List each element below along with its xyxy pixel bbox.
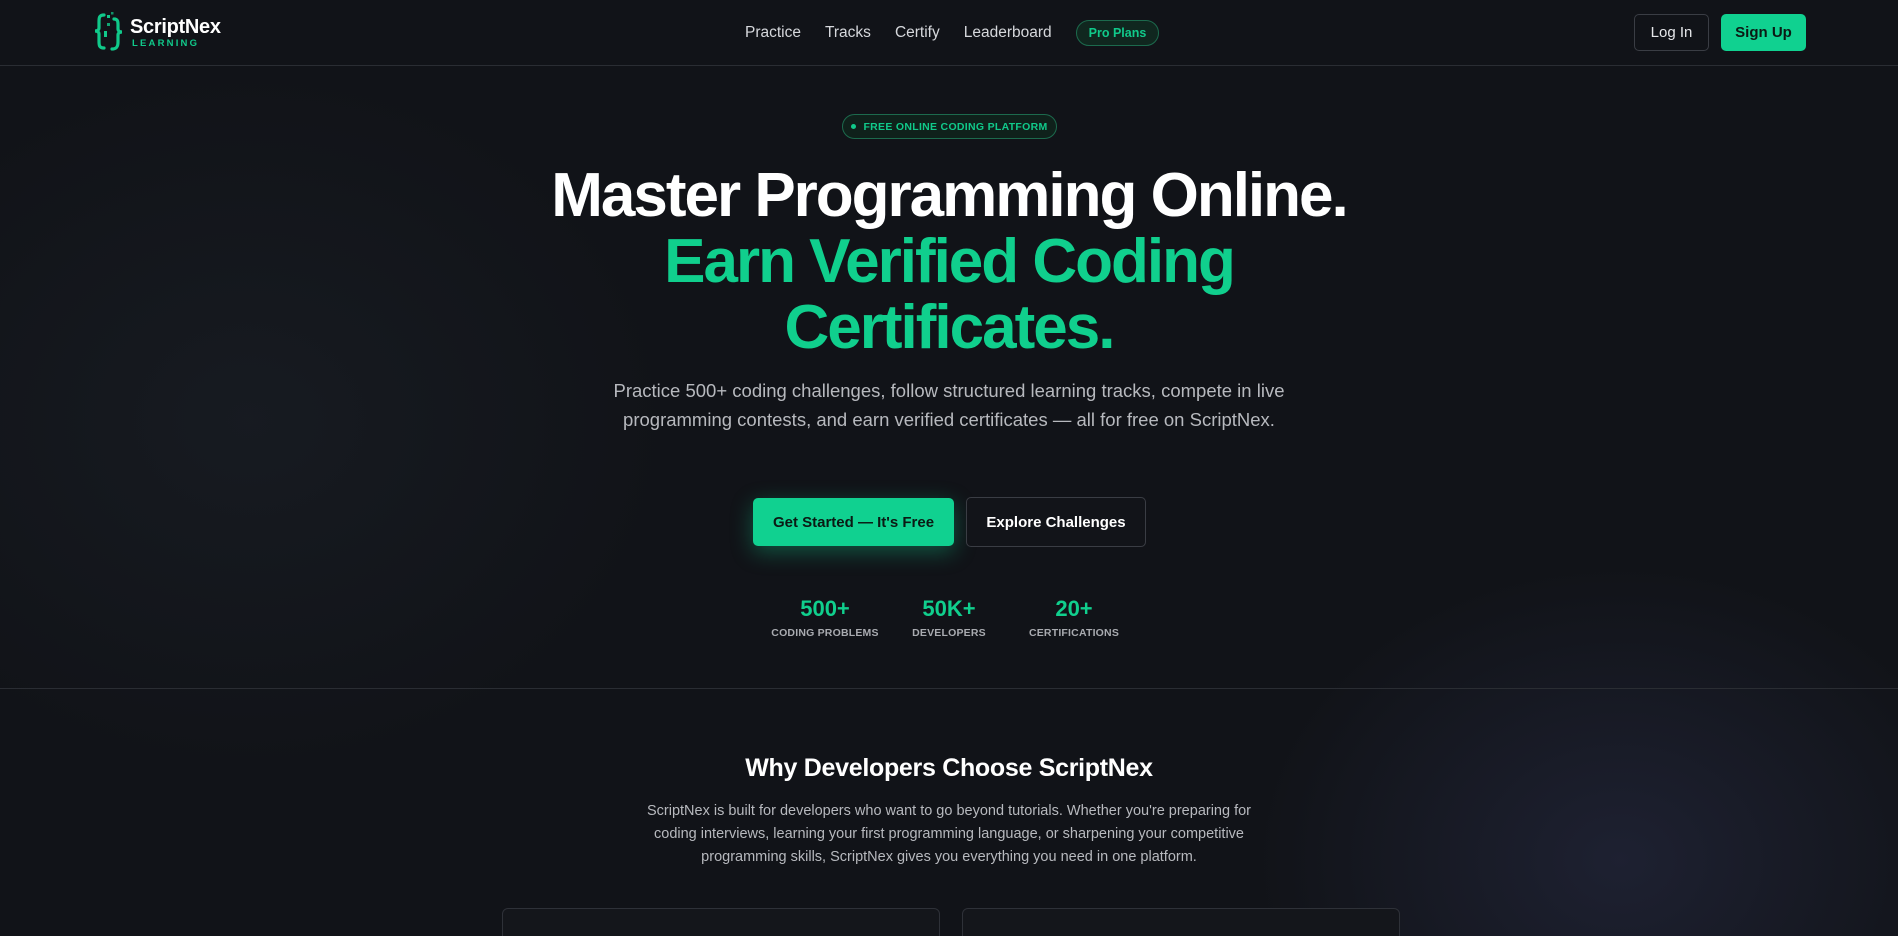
hero-title-line2-text: Earn Verified Coding (664, 227, 1236, 296)
stat-label: CERTIFICATIONS (1028, 627, 1120, 639)
hero-badge-label: FREE ONLINE CODING PLATFORM (863, 120, 1048, 133)
hero-badge: FREE ONLINE CODING PLATFORM (842, 114, 1057, 139)
nav-link-tracks[interactable]: Tracks (825, 21, 871, 45)
stat-coding-problems: 500+ CODING PROBLEMS (765, 595, 885, 639)
stat-developers: 50K+ DEVELOPERS (889, 595, 1009, 639)
signup-button[interactable]: Sign Up (1721, 14, 1806, 51)
brand-name: ScriptNex (130, 15, 221, 38)
stat-label: DEVELOPERS (912, 627, 986, 639)
brand-logo[interactable]: ScriptNex LEARNING (94, 8, 221, 56)
stat-value: 500+ (800, 596, 850, 621)
top-nav: ScriptNex LEARNING Practice Tracks Certi… (0, 0, 1898, 66)
brand-subtitle: LEARNING (132, 37, 200, 49)
login-button[interactable]: Log In (1634, 14, 1709, 51)
primary-nav: Practice Tracks Certify Leaderboard Pro … (745, 20, 1160, 46)
why-title: Why Developers Choose ScriptNex (745, 754, 1153, 782)
pro-plans-link[interactable]: Pro Plans (1075, 20, 1160, 46)
stat-label: CODING PROBLEMS (771, 627, 879, 639)
feature-card (502, 908, 940, 936)
section-divider (0, 688, 1898, 689)
dot-icon (851, 124, 857, 129)
hero-description: Practice 500+ coding challenges, follow … (613, 380, 1285, 430)
stat-value: 20+ (1055, 596, 1093, 621)
hero-title-line3-text: Certificates. (784, 293, 1116, 362)
feature-card (962, 908, 1400, 936)
hero-title-line1: Master Programming Online. (551, 161, 1349, 230)
stat-certifications: 20+ CERTIFICATIONS (1014, 595, 1134, 639)
get-started-button[interactable]: Get Started — It's Free (753, 498, 954, 546)
explore-challenges-button[interactable]: Explore Challenges (966, 497, 1146, 547)
why-description: ScriptNex is built for developers who wa… (646, 803, 1252, 865)
nav-link-practice[interactable]: Practice (745, 21, 801, 45)
hero-title-line2: Earn Verified Coding Certificates. (449, 229, 1449, 361)
nav-link-certify[interactable]: Certify (895, 21, 940, 45)
nav-link-leaderboard[interactable]: Leaderboard (964, 21, 1052, 45)
curly-braces-logo-icon (94, 9, 128, 55)
stat-value: 50K+ (922, 596, 976, 621)
